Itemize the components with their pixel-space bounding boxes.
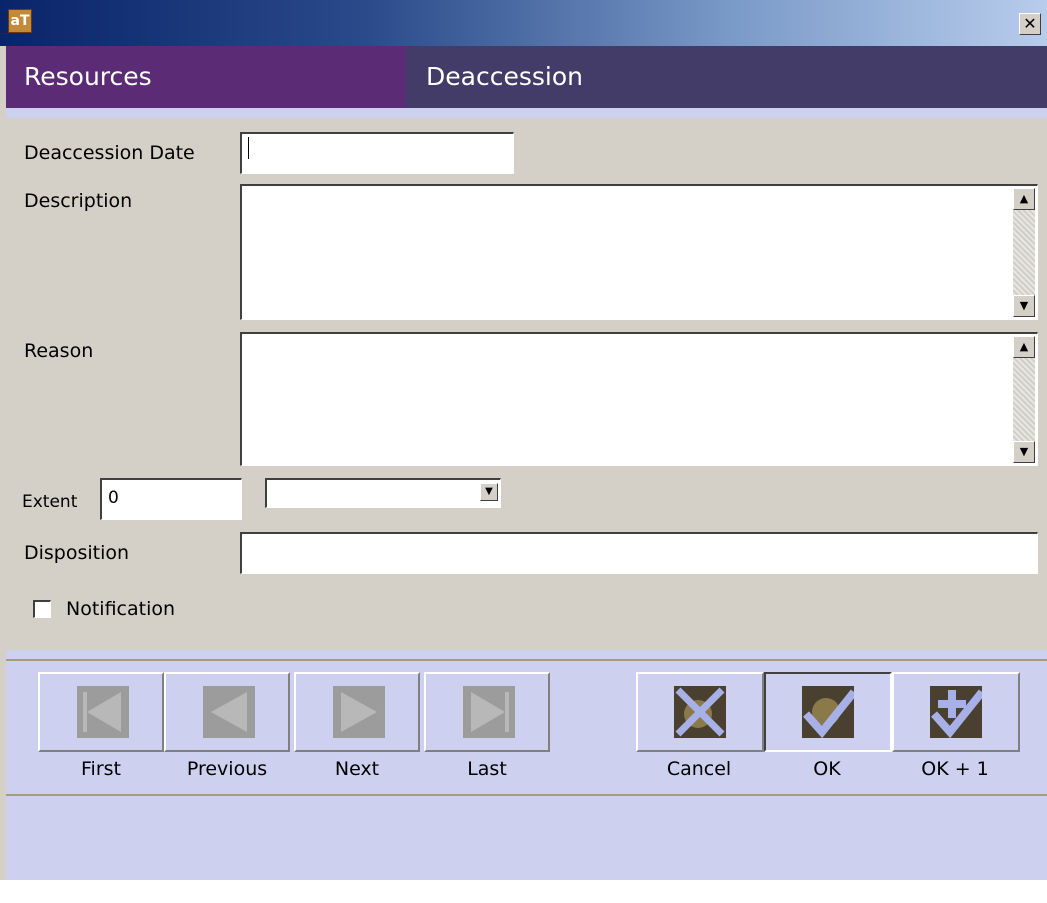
next-arrow-icon bbox=[333, 686, 385, 738]
ok-button[interactable] bbox=[764, 672, 892, 752]
previous-arrow-icon bbox=[203, 686, 255, 738]
scroll-up-icon[interactable]: ▲ bbox=[1013, 188, 1035, 210]
deaccession-window: aT ✕ Resources Deaccession Deaccession D… bbox=[0, 0, 1047, 880]
scroll-up-icon[interactable]: ▲ bbox=[1013, 336, 1035, 358]
cancel-button[interactable] bbox=[636, 672, 764, 752]
extent-value: 0 bbox=[108, 488, 119, 508]
first-button[interactable] bbox=[38, 672, 164, 752]
first-label: First bbox=[81, 758, 121, 780]
header-banner: Resources Deaccession bbox=[6, 46, 1047, 108]
deaccession-date-label: Deaccession Date bbox=[24, 142, 195, 164]
ok-check-icon bbox=[802, 686, 854, 738]
description-scrollbar[interactable]: ▲ ▼ bbox=[1013, 188, 1035, 317]
description-textarea[interactable]: ▲ ▼ bbox=[240, 184, 1038, 320]
cancel-label: Cancel bbox=[666, 758, 732, 780]
previous-button[interactable] bbox=[164, 672, 290, 752]
ok-plus-one-button[interactable] bbox=[892, 672, 1020, 752]
cancel-x-icon bbox=[674, 686, 726, 738]
scroll-down-icon[interactable]: ▼ bbox=[1013, 441, 1035, 463]
header-divider bbox=[6, 108, 1047, 118]
text-cursor bbox=[248, 136, 249, 159]
notification-checkbox[interactable] bbox=[33, 600, 51, 618]
notification-label: Notification bbox=[66, 598, 176, 620]
ok-plus-check-icon bbox=[930, 686, 982, 738]
toolbar-divider-top bbox=[6, 659, 1047, 661]
reason-scrollbar[interactable]: ▲ ▼ bbox=[1013, 336, 1035, 463]
scroll-down-icon[interactable]: ▼ bbox=[1013, 295, 1035, 317]
description-label: Description bbox=[24, 190, 133, 212]
module-title: Resources bbox=[6, 46, 406, 108]
last-arrow-icon bbox=[463, 686, 515, 738]
first-arrow-icon bbox=[77, 686, 129, 738]
disposition-label: Disposition bbox=[24, 542, 130, 564]
dropdown-arrow-icon[interactable]: ▼ bbox=[480, 483, 498, 501]
reason-label: Reason bbox=[24, 340, 94, 362]
close-button[interactable]: ✕ bbox=[1019, 13, 1041, 35]
extent-number-field[interactable]: 0 bbox=[100, 478, 242, 520]
deaccession-date-field[interactable] bbox=[240, 132, 514, 174]
ok-label: OK bbox=[813, 758, 841, 780]
previous-label: Previous bbox=[186, 758, 268, 780]
title-bar[interactable]: aT ✕ bbox=[0, 0, 1047, 46]
ok-plus-one-label: OK + 1 bbox=[921, 758, 989, 780]
last-label: Last bbox=[467, 758, 507, 780]
last-button[interactable] bbox=[424, 672, 550, 752]
reason-textarea[interactable]: ▲ ▼ bbox=[240, 332, 1038, 466]
app-logo-icon: aT bbox=[8, 9, 32, 33]
next-button[interactable] bbox=[294, 672, 420, 752]
extent-label: Extent bbox=[22, 492, 78, 512]
toolbar-divider-bottom bbox=[6, 794, 1047, 796]
extent-type-select[interactable]: ▼ bbox=[265, 478, 501, 508]
next-label: Next bbox=[334, 758, 380, 780]
disposition-field[interactable] bbox=[240, 532, 1038, 574]
button-toolbar: First Previous Next Last Cancel OK OK + … bbox=[6, 650, 1047, 880]
page-title: Deaccession bbox=[406, 46, 1047, 108]
